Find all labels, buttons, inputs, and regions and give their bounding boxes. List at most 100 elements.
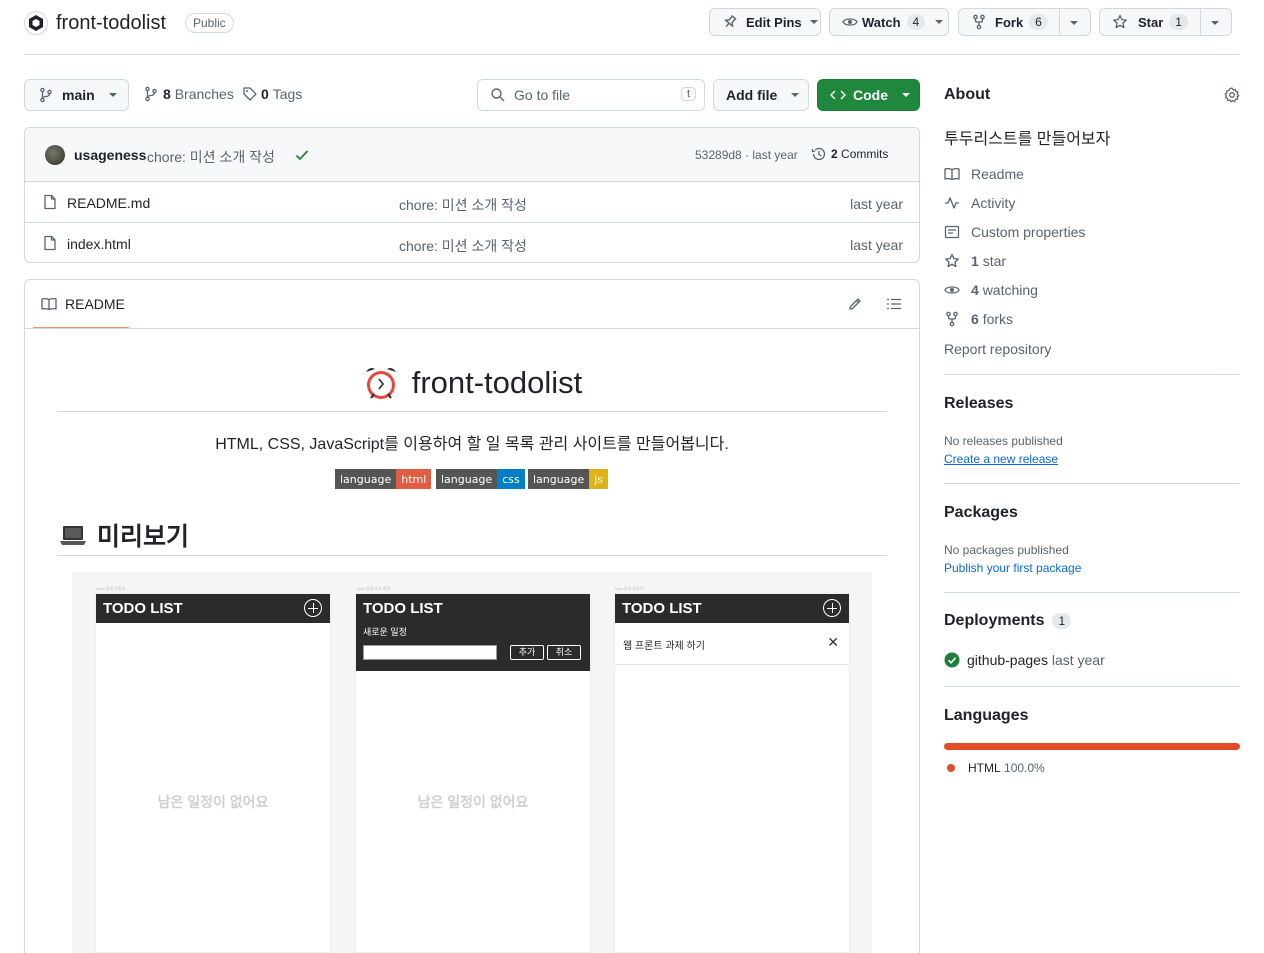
file-icon: [44, 235, 56, 251]
branch-icon: [40, 87, 52, 103]
commit-message[interactable]: chore: 미션 소개 작성: [147, 147, 275, 167]
star-count: 1: [1169, 14, 1188, 30]
commits-count: 2: [831, 147, 838, 161]
activity-link[interactable]: Activity: [944, 195, 1015, 211]
packages-heading[interactable]: Packages: [944, 504, 1018, 522]
readme-link[interactable]: Readme: [944, 166, 1024, 182]
star-caret-icon[interactable]: [1211, 21, 1219, 25]
language-item[interactable]: HTML 100.0%: [947, 761, 1045, 775]
deployments-count: 1: [1052, 613, 1072, 629]
watch-button[interactable]: Watch 4: [829, 8, 949, 36]
note-icon: [944, 225, 960, 239]
add-file-caret-icon: [791, 93, 800, 97]
check-icon[interactable]: [294, 147, 310, 163]
file-row[interactable]: README.md chore: 미션 소개 작성 last year: [25, 182, 919, 223]
publish-package-link[interactable]: Publish your first package: [944, 561, 1081, 575]
star-icon: [1113, 14, 1127, 29]
code-caret-icon: [902, 93, 910, 97]
badge-html[interactable]: language html: [335, 469, 432, 489]
author-avatar[interactable]: [45, 145, 65, 165]
commit-hash-time[interactable]: 53289d8 · last year: [695, 148, 798, 162]
branches-link[interactable]: 8 Branches: [143, 86, 234, 102]
languages-heading: Languages: [944, 707, 1029, 724]
add-file-button[interactable]: Add file: [713, 79, 809, 111]
new-todo-input: [363, 645, 497, 660]
file-commit-message[interactable]: chore: 미션 소개 작성: [399, 236, 527, 256]
search-icon: [491, 88, 505, 102]
edit-pencil-icon[interactable]: [847, 296, 863, 312]
releases-heading[interactable]: Releases: [944, 395, 1013, 413]
star-button[interactable]: Star 1: [1099, 8, 1232, 36]
create-release-link[interactable]: Create a new release: [944, 452, 1058, 466]
file-commit-message[interactable]: chore: 미션 소개 작성: [399, 195, 527, 215]
tags-label: Tags: [272, 86, 303, 102]
readme-title-text: front-todolist: [411, 365, 583, 400]
edit-pins-button[interactable]: Edit Pins: [709, 8, 821, 36]
cancel-button: 취소: [547, 645, 581, 660]
branch-select-button[interactable]: main: [24, 79, 129, 111]
readme-tab[interactable]: README: [33, 280, 129, 329]
fork-caret-icon[interactable]: [1070, 21, 1078, 25]
badge-js[interactable]: language js: [528, 469, 609, 489]
file-row[interactable]: index.html chore: 미션 소개 작성 last year: [25, 223, 919, 262]
tags-count: 0: [261, 86, 269, 102]
app-title: TODO LIST: [363, 600, 443, 617]
go-to-file-input[interactable]: Go to file t: [477, 79, 705, 111]
eye-icon: [842, 18, 858, 26]
custom-properties-link[interactable]: Custom properties: [944, 224, 1085, 240]
app-title: TODO LIST: [622, 600, 702, 617]
preview-underline: [57, 555, 887, 556]
preview-screen-add: TODO LIST 새로운 일정 추가 취소 남은 일정이 없어요: [355, 593, 591, 953]
preview-screen-empty: TODO LIST 남은 일정이 없어요: [95, 593, 331, 953]
divider: [944, 483, 1240, 484]
edit-pins-caret-icon: [809, 20, 818, 24]
forks-link[interactable]: 6 forks: [944, 311, 1013, 327]
language-dot: [947, 764, 955, 772]
file-name[interactable]: README.md: [67, 195, 150, 211]
fork-icon: [946, 311, 958, 327]
commit-author[interactable]: usageness: [74, 147, 146, 163]
stars-link[interactable]: 1 star: [944, 253, 1006, 269]
language-bar: [944, 743, 1240, 750]
visibility-badge: Public: [185, 13, 234, 33]
readme-description: HTML, CSS, JavaScript를 이용하여 할 일 목록 관리 사이…: [215, 436, 729, 453]
todo-item: 웹 프론트 과제 하기 ✕: [615, 623, 849, 665]
caption-2: todo 일정 추가 화면: [357, 586, 391, 591]
eye-icon: [944, 286, 960, 294]
delete-x-icon: ✕: [827, 634, 839, 650]
commits-link[interactable]: 2 Commits: [811, 146, 888, 162]
book-icon: [41, 297, 57, 310]
file-table: usageness chore: 미션 소개 작성 53289d8 · last…: [24, 127, 920, 263]
watch-count: 4: [906, 14, 926, 30]
shortcut-key-badge: t: [680, 87, 696, 101]
deployment-item[interactable]: github-pages last year: [944, 652, 1105, 668]
report-repository-link[interactable]: Report repository: [944, 341, 1051, 357]
badge-css-value: css: [497, 469, 525, 489]
file-name[interactable]: index.html: [67, 236, 131, 252]
alarm-clock-icon: [365, 368, 396, 399]
pin-icon: [723, 14, 737, 28]
watching-link[interactable]: 4 watching: [944, 282, 1038, 298]
badge-css[interactable]: language css: [436, 469, 525, 489]
go-to-file-placeholder: Go to file: [514, 87, 571, 103]
repo-name[interactable]: front-todolist: [56, 12, 166, 35]
repo-avatar[interactable]: [24, 11, 48, 35]
code-button[interactable]: Code: [817, 79, 920, 111]
check-circle-icon: [944, 652, 960, 668]
divider: [944, 686, 1240, 687]
fork-button[interactable]: Fork 6: [958, 8, 1091, 36]
fork-label: Fork: [995, 14, 1024, 30]
language-name: HTML: [968, 761, 1001, 775]
deployments-heading[interactable]: Deployments 1: [944, 612, 1072, 630]
outline-list-icon[interactable]: [886, 296, 902, 312]
todo-text: 웹 프론트 과제 하기: [623, 641, 705, 652]
branches-icon: [145, 86, 157, 102]
add-file-label: Add file: [726, 87, 778, 103]
gear-icon[interactable]: [1224, 87, 1240, 103]
app-title: TODO LIST: [103, 600, 183, 617]
branch-caret-icon: [108, 93, 117, 97]
tags-link[interactable]: 0 Tags: [242, 86, 302, 102]
code-label: Code: [853, 87, 888, 103]
file-commit-time: last year: [850, 196, 903, 212]
about-description: 투두리스트를 만들어보자: [944, 131, 1111, 148]
